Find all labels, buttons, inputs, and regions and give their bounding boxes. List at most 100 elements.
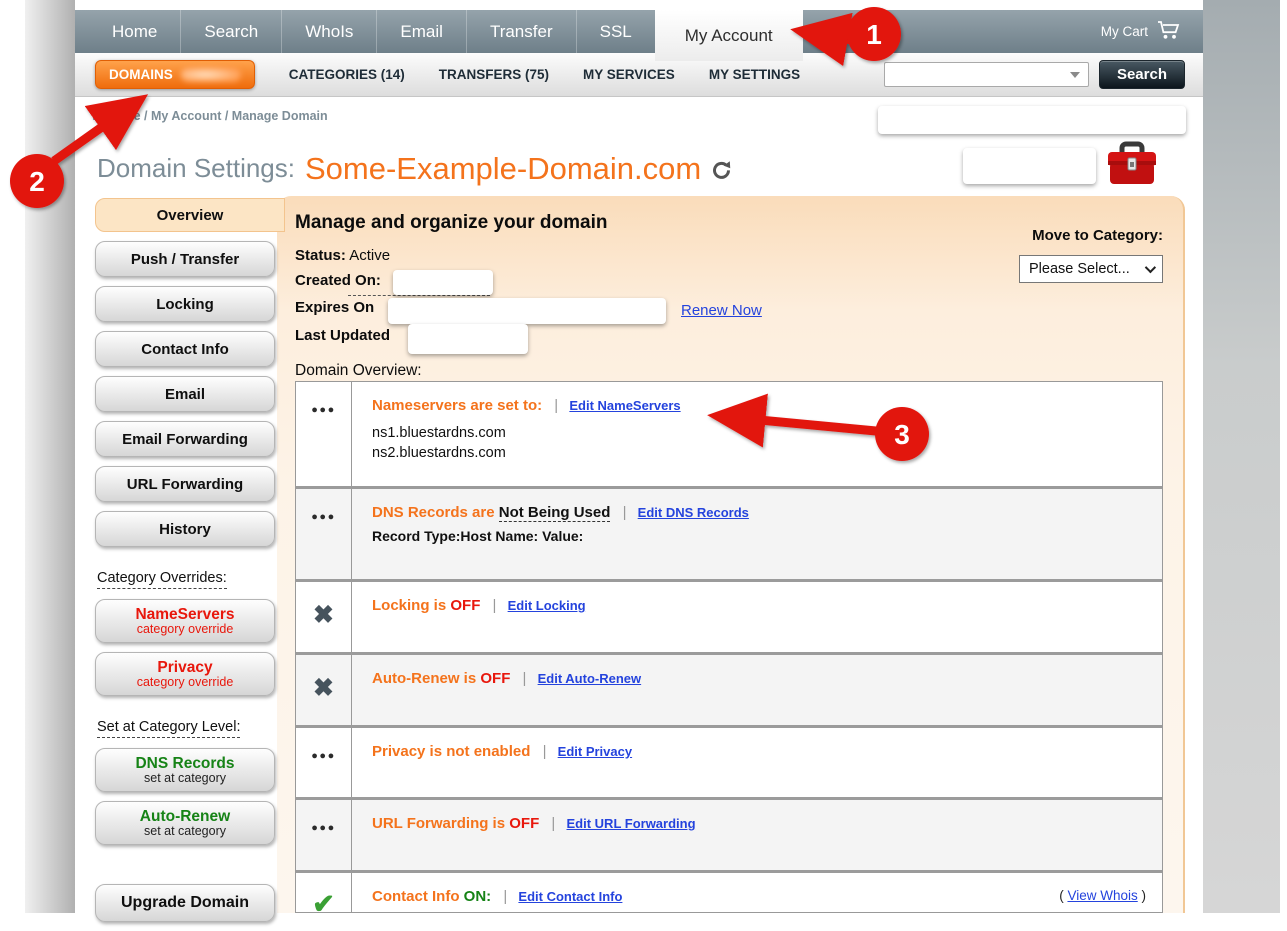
subnav-tab-my-settings[interactable]: MY SETTINGS (709, 67, 800, 82)
redacted-expires-date (388, 298, 666, 324)
sub-nav: DOMAINS CATEGORIES (14) TRANSFERS (75) M… (75, 53, 1203, 97)
move-to-category-value: Please Select... (1029, 261, 1130, 277)
nav-tab-transfer[interactable]: Transfer (466, 10, 576, 53)
separator: | (623, 504, 627, 521)
toolbox-icon[interactable] (1104, 141, 1160, 192)
dots-icon: ●●● (311, 750, 335, 762)
nav-tab-ssl[interactable]: SSL (576, 10, 655, 53)
status-value: Active (349, 247, 390, 264)
table-row-contact-info: ✔ Contact Info ON: | Edit Contact Info (… (296, 870, 1162, 913)
table-row-url-forwarding: ●●● URL Forwarding is OFF | Edit URL For… (296, 797, 1162, 870)
check-icon: ✔ (312, 889, 335, 913)
override-title: Privacy (157, 659, 212, 676)
row-title: Auto-Renew is (372, 670, 476, 687)
separator: | (503, 888, 507, 905)
nameserver-1: ns1.bluestardns.com (372, 423, 1148, 443)
title-prefix: Domain Settings: (97, 153, 295, 184)
redacted-count (181, 67, 241, 82)
chevron-down-icon (1070, 72, 1080, 78)
sidebar-tab-overview[interactable]: Overview (95, 198, 285, 232)
dots-icon: ●●● (311, 511, 335, 523)
breadcrumb[interactable]: ⌂ Home / My Account / Manage Domain (92, 108, 328, 123)
status-off: OFF (480, 670, 510, 687)
paren-open: ( (1059, 888, 1064, 903)
sidebar-override-nameservers[interactable]: NameServers category override (95, 599, 275, 643)
refresh-icon[interactable] (711, 156, 732, 187)
status-off: OFF (450, 597, 480, 614)
sidebar-tab-email[interactable]: Email (95, 376, 275, 412)
row-title: URL Forwarding is (372, 815, 505, 832)
sidebar-tab-url-forwarding[interactable]: URL Forwarding (95, 466, 275, 502)
nav-tab-my-account[interactable]: My Account (655, 10, 803, 61)
redacted-toolbar-box (963, 148, 1096, 184)
dots-icon: ●●● (311, 404, 335, 416)
table-row-dns-records: ●●● DNS Records are Not Being Used | Edi… (296, 486, 1162, 579)
redacted-date-underline (348, 295, 490, 296)
view-whois-link[interactable]: View Whois (1067, 888, 1137, 903)
edit-privacy-link[interactable]: Edit Privacy (558, 744, 632, 759)
category-title: DNS Records (135, 755, 234, 772)
my-cart-button[interactable]: My Cart (1101, 10, 1203, 53)
renew-now-link[interactable]: Renew Now (681, 302, 762, 319)
page-title: Domain Settings: Some-Example-Domain.com (97, 150, 732, 187)
sidebar-tab-history[interactable]: History (95, 511, 275, 547)
nav-tab-email[interactable]: Email (376, 10, 466, 53)
nav-tab-home[interactable]: Home (89, 10, 180, 53)
edit-auto-renew-link[interactable]: Edit Auto-Renew (538, 671, 642, 686)
x-icon: ✖ (313, 600, 334, 630)
updated-label: Last Updated (295, 327, 390, 344)
sidebar-tab-push-transfer[interactable]: Push / Transfer (95, 241, 275, 277)
separator: | (554, 397, 558, 414)
subnav-tab-transfers[interactable]: TRANSFERS (75) (439, 67, 549, 82)
row-title: Contact Info (372, 888, 460, 905)
table-row-locking: ✖ Locking is OFF | Edit Locking (296, 579, 1162, 652)
edit-dns-records-link[interactable]: Edit DNS Records (638, 505, 749, 520)
search-button[interactable]: Search (1099, 60, 1185, 89)
move-to-category-label: Move to Category: (1032, 227, 1163, 244)
nav-tab-search[interactable]: Search (180, 10, 281, 53)
domain-manager-page: Home Search WhoIs Email Transfer SSL My … (0, 0, 1287, 931)
table-row-auto-renew: ✖ Auto-Renew is OFF | Edit Auto-Renew (296, 652, 1162, 725)
breadcrumb-text: Home / My Account / Manage Domain (106, 109, 328, 123)
sidebar-tab-contact-info[interactable]: Contact Info (95, 331, 275, 367)
table-row-privacy: ●●● Privacy is not enabled | Edit Privac… (296, 725, 1162, 797)
sidebar-category-dns-records[interactable]: DNS Records set at category (95, 748, 275, 792)
edit-nameservers-link[interactable]: Edit NameServers (569, 398, 680, 413)
nameserver-2: ns2.bluestardns.com (372, 443, 1148, 463)
separator: | (551, 815, 555, 832)
domain-overview-table: ●●● Nameservers are set to: | Edit NameS… (295, 381, 1163, 913)
subnav-tab-categories[interactable]: CATEGORIES (14) (289, 67, 405, 82)
sidebar-tab-locking[interactable]: Locking (95, 286, 275, 322)
dots-icon: ●●● (311, 822, 335, 834)
edit-url-forwarding-link[interactable]: Edit URL Forwarding (567, 816, 696, 831)
subnav-tab-domains[interactable]: DOMAINS (95, 60, 255, 89)
domain-overview-label: Domain Overview: (295, 362, 422, 380)
status-off: OFF (509, 815, 539, 832)
subnav-tab-my-services[interactable]: MY SERVICES (583, 67, 675, 82)
move-to-category-select[interactable]: Please Select... (1019, 255, 1163, 283)
sidebar: Overview Push / Transfer Locking Contact… (95, 198, 275, 931)
edit-locking-link[interactable]: Edit Locking (508, 598, 586, 613)
cart-icon (1157, 21, 1181, 43)
search-scope-dropdown[interactable] (884, 62, 1089, 87)
sidebar-override-privacy[interactable]: Privacy category override (95, 652, 275, 696)
sidebar-tab-email-forwarding[interactable]: Email Forwarding (95, 421, 275, 457)
separator: | (523, 670, 527, 687)
category-title: Auto-Renew (140, 808, 230, 825)
upgrade-domain-button[interactable]: Upgrade Domain (95, 884, 275, 922)
top-nav: Home Search WhoIs Email Transfer SSL My … (75, 10, 1203, 53)
chevron-down-icon (1145, 262, 1156, 273)
status-on: ON: (464, 888, 492, 905)
override-title: NameServers (135, 606, 234, 623)
separator: | (493, 597, 497, 614)
status-line: Status: Active (295, 247, 390, 264)
nav-tab-whois[interactable]: WhoIs (281, 10, 376, 53)
sidebar-category-auto-renew[interactable]: Auto-Renew set at category (95, 801, 275, 845)
table-row-nameservers: ●●● Nameservers are set to: | Edit NameS… (296, 382, 1162, 486)
section-heading: Manage and organize your domain (295, 212, 608, 234)
paren-close: ) (1142, 888, 1147, 903)
my-cart-label: My Cart (1101, 24, 1148, 39)
dns-record-headers: Record Type:Host Name: Value: (372, 528, 1148, 544)
edit-contact-info-link[interactable]: Edit Contact Info (518, 889, 622, 904)
redacted-updated-date (408, 324, 528, 354)
